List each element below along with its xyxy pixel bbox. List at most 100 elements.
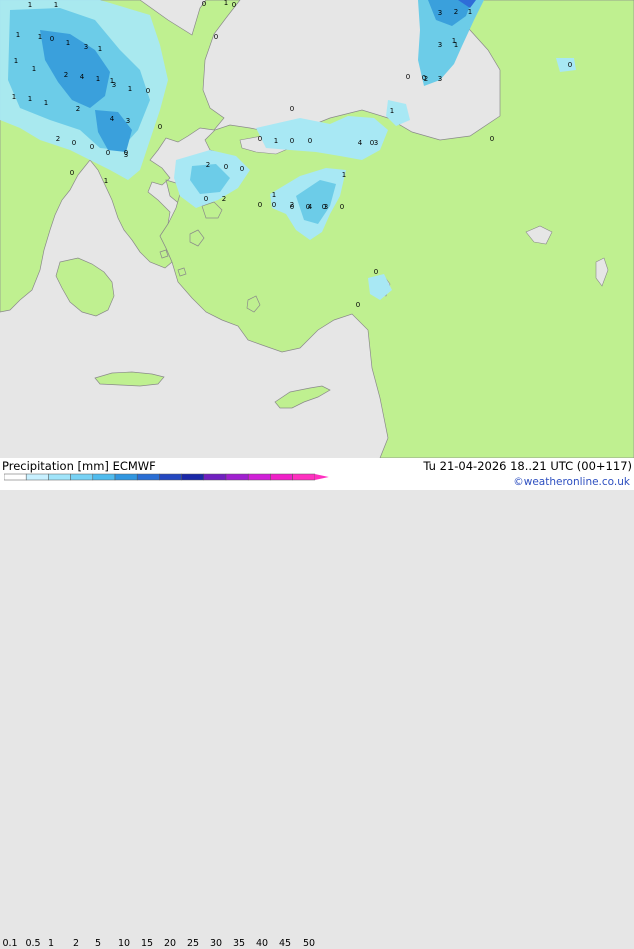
precipitation-map: 1 1 0 1 03 2 11 1 0 1 3 12 4 1 13 1 0111 1 124 302 0 000 30100… xyxy=(0,0,634,458)
precip-value-label: 0 xyxy=(258,135,262,143)
colorbar-segment xyxy=(25,473,49,481)
precip-value-label: 0 xyxy=(204,195,208,203)
colorbar-segment xyxy=(159,473,182,481)
precip-value-label: 1 xyxy=(128,85,132,93)
model-name: ECMWF xyxy=(112,459,156,473)
precip-value-label: 3 xyxy=(374,139,378,147)
colorbar-segment xyxy=(70,473,94,481)
precip-value-label: 2 xyxy=(56,135,60,143)
colorbar-segment xyxy=(181,473,205,481)
credit-text: ©weatheronline.co.uk xyxy=(513,476,630,488)
colorbar-segment xyxy=(114,473,138,481)
colorbar-segment xyxy=(225,473,249,481)
precip-value-label: 1 xyxy=(54,1,58,9)
colorbar-tick-label: 30 xyxy=(209,938,223,949)
precip-value-label: 0 xyxy=(290,105,294,113)
precip-value-label: 1 xyxy=(28,95,32,103)
precip-value-label: 0 xyxy=(374,268,378,276)
precip-value-label: 1 xyxy=(390,107,394,115)
colorbar-tick-label: 45 xyxy=(278,938,292,949)
colorbar-segment xyxy=(92,473,116,481)
colorbar-tick-label: 40 xyxy=(255,938,269,949)
precip-value-label: 1 xyxy=(98,45,102,53)
precip-value-label: 0 xyxy=(240,165,244,173)
colorbar-tick-label: 10 xyxy=(117,938,131,949)
precip-value-label: 0 xyxy=(490,135,494,143)
precip-value-label: 2 xyxy=(76,105,80,113)
colorbar-tick-label: 0.5 xyxy=(25,938,41,949)
colorbar-segment xyxy=(270,473,293,481)
precip-value-label: 4 xyxy=(358,139,363,147)
colorbar-segment xyxy=(48,473,71,481)
precip-value-label: 1 xyxy=(16,31,20,39)
precip-value-label: 2 xyxy=(424,75,428,83)
precip-value-label: 1 xyxy=(224,0,228,7)
valid-time: Tu 21-04-2026 18..21 UTC (00+117) xyxy=(423,459,632,473)
colorbar-tick-label: 25 xyxy=(186,938,200,949)
precip-value-label: 1 xyxy=(468,8,472,16)
precip-value-label: 3 xyxy=(126,117,130,125)
precip-value-label: 2 xyxy=(64,71,68,79)
precip-value-label: 1 xyxy=(44,99,48,107)
precip-value-label: 2 xyxy=(206,161,210,169)
precip-value-label: 3 xyxy=(438,41,442,49)
colorbar-segment xyxy=(203,473,227,481)
colorbar-segment xyxy=(136,473,160,481)
colorbar-tick-label: 35 xyxy=(232,938,246,949)
precip-value-label: 0 xyxy=(214,33,218,41)
precip-value-label: 0 xyxy=(568,61,572,69)
colorbar-segment xyxy=(247,473,271,481)
precip-value-label: 3 xyxy=(438,75,442,83)
colorbar-tick-label: 5 xyxy=(94,938,102,949)
precip-value-label: 0 xyxy=(232,1,236,9)
precip-value-label: 2 xyxy=(454,8,458,16)
precip-value-label: 0 xyxy=(258,201,262,209)
precip-value-label: 0 xyxy=(90,143,94,151)
precip-value-label: 0 xyxy=(202,0,206,8)
precipitation-colorbar xyxy=(4,473,329,481)
precip-value-label: 0 xyxy=(290,137,294,145)
colorbar-segment xyxy=(292,473,316,481)
colorbar-tick-label: 15 xyxy=(140,938,154,949)
precip-value-label: 0 xyxy=(272,201,276,209)
precip-value-label: 2 xyxy=(222,195,226,203)
precip-value-label: 0 xyxy=(70,169,74,177)
precip-value-label: 4 xyxy=(308,203,313,211)
precip-value-label: 1 xyxy=(342,171,346,179)
precip-value-label: 0 xyxy=(406,73,410,81)
precip-value-label: 0 xyxy=(224,163,228,171)
precip-value-label: 0 xyxy=(356,301,360,309)
colorbar-tick-label: 2 xyxy=(72,938,80,949)
precip-value-label: 4 xyxy=(110,115,115,123)
colorbar-tick-label: 0.1 xyxy=(2,938,18,949)
precip-value-label: 0 xyxy=(50,35,54,43)
precip-value-label: 3 xyxy=(438,9,442,17)
precip-value-label: 3 xyxy=(84,43,88,51)
precip-value-label: 0 xyxy=(158,123,162,131)
colorbar-tick-label: 1 xyxy=(47,938,55,949)
colorbar-segment xyxy=(4,473,27,481)
precip-value-label: 3 xyxy=(112,81,116,89)
precip-value-label: 1 xyxy=(104,177,108,185)
precip-value-label: 1 xyxy=(274,137,278,145)
precip-value-label: 1 xyxy=(32,65,36,73)
colorbar-tick-label: 50 xyxy=(302,938,316,949)
precip-value-label: 4 xyxy=(80,73,85,81)
precip-value-label: 1 xyxy=(66,39,70,47)
precip-value-label: 1 xyxy=(28,1,32,9)
precip-value-label: 1 xyxy=(38,33,42,41)
precip-value-label: 1 xyxy=(14,57,18,65)
precip-value-label: 0 xyxy=(340,203,344,211)
precip-value-label: 1 xyxy=(452,37,456,45)
precip-value-label: 1 xyxy=(272,191,276,199)
precip-value-label: 0 xyxy=(146,87,150,95)
precip-value-label: 1 xyxy=(96,75,100,83)
precip-value-label: 0 xyxy=(290,203,294,211)
precip-value-label: 3 xyxy=(324,203,328,211)
precip-value-label: 0 xyxy=(106,149,110,157)
precip-value-label: 0 xyxy=(72,139,76,147)
colorbar-arrow xyxy=(314,474,329,480)
precip-value-label: 3 xyxy=(124,151,128,159)
legend-footer: Precipitation [mm] ECMWF Tu 21-04-2026 1… xyxy=(0,458,634,949)
precip-value-label: 1 xyxy=(12,93,16,101)
